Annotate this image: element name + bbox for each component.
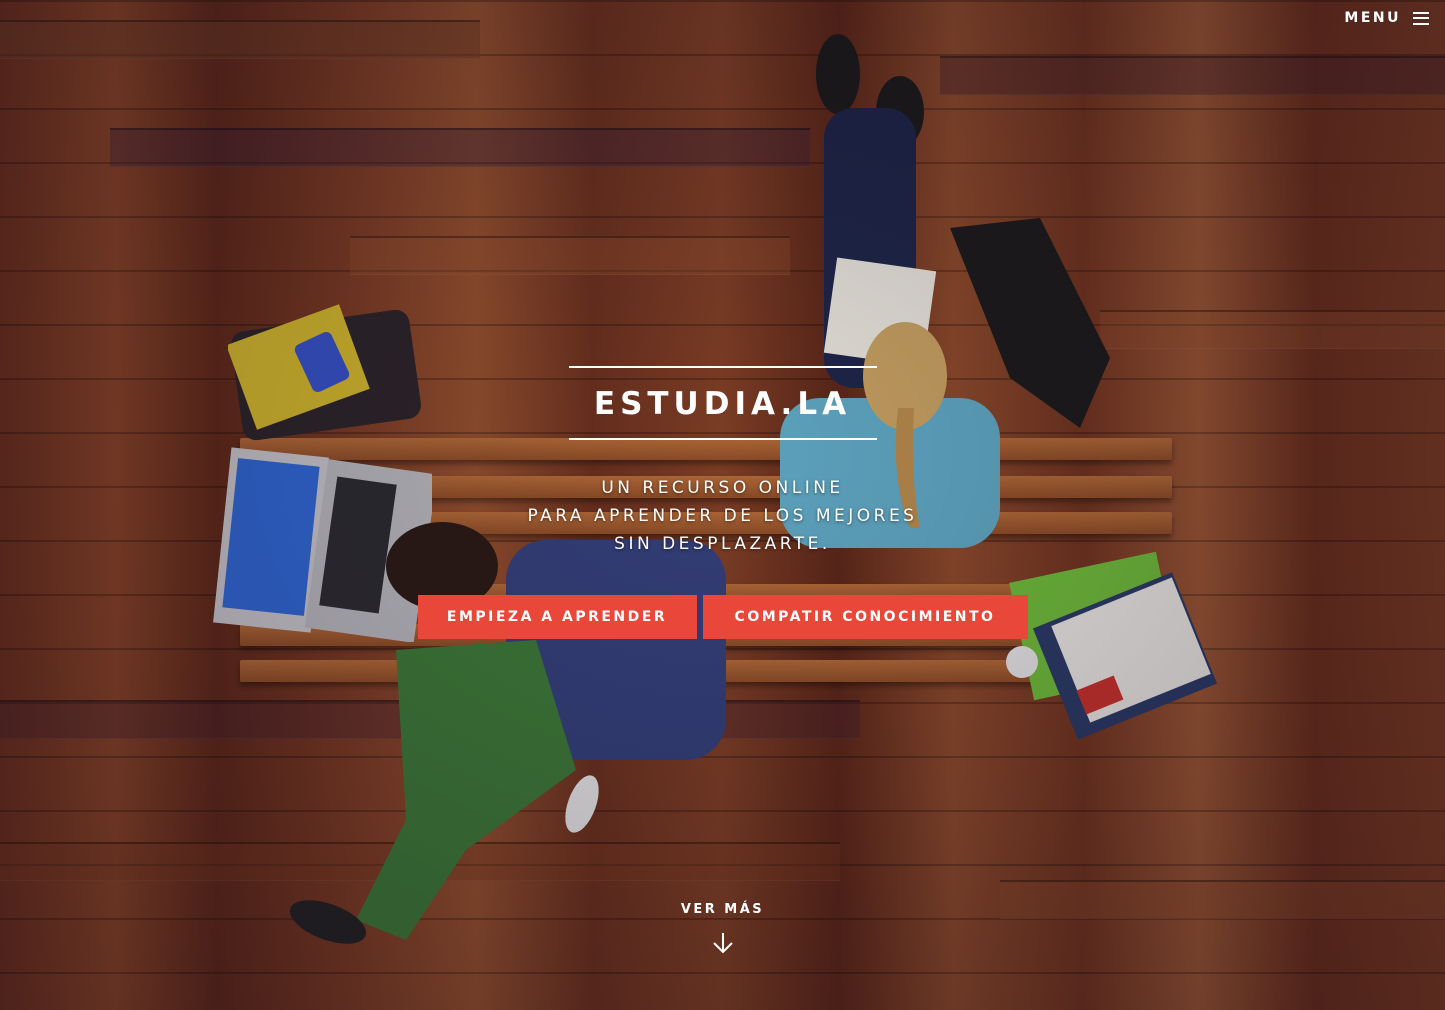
title-block: ESTUDIA.LA xyxy=(568,366,877,440)
subtitle-line: PARA APRENDER DE LOS MEJORES xyxy=(527,506,918,526)
arrow-down-icon xyxy=(712,933,733,954)
site-title: ESTUDIA.LA xyxy=(593,386,852,422)
hero-subtitle: UN RECURSO ONLINE PARA APRENDER DE LOS M… xyxy=(0,474,1445,558)
subtitle-line: UN RECURSO ONLINE xyxy=(601,478,844,498)
see-more-label: VER MÁS xyxy=(680,902,765,917)
subtitle-line: SIN DESPLAZARTE. xyxy=(614,534,831,554)
landing-page: MENU ESTUDIA.LA UN RECURSO ONLINE PARA A… xyxy=(0,0,1445,1010)
menu-button[interactable]: MENU xyxy=(1344,10,1429,26)
hamburger-icon xyxy=(1413,11,1429,25)
hero-section: ESTUDIA.LA UN RECURSO ONLINE PARA APREND… xyxy=(0,366,1445,639)
see-more-link[interactable]: VER MÁS xyxy=(0,902,1445,955)
hero-buttons: EMPIEZA A APRENDER COMPATIR CONOCIMIENTO xyxy=(0,595,1445,639)
menu-label: MENU xyxy=(1344,10,1401,26)
share-knowledge-button[interactable]: COMPATIR CONOCIMIENTO xyxy=(702,595,1028,639)
start-learning-button[interactable]: EMPIEZA A APRENDER xyxy=(417,595,697,639)
